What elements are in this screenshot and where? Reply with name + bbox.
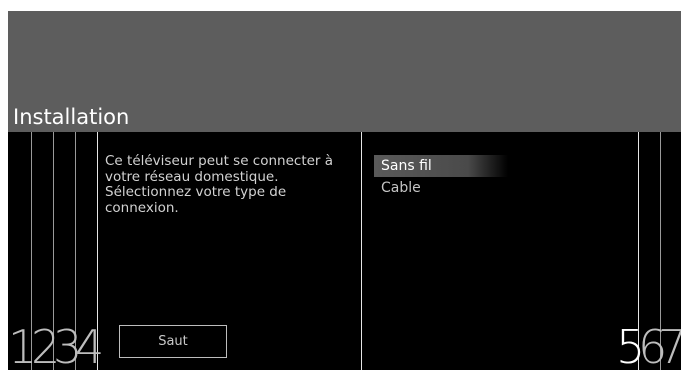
option-wireless[interactable]: Sans fil: [374, 155, 508, 177]
step-number-1: 1: [8, 320, 37, 370]
step-number-3: 3: [53, 320, 82, 370]
step-number-5-current: 5: [616, 320, 645, 370]
step-number-7: 7: [658, 320, 681, 370]
instruction-text: Ce téléviseur peut se connecter à votre …: [105, 153, 334, 216]
page-title: Installation: [13, 105, 130, 129]
step-number-2: 2: [31, 320, 60, 370]
panel-divider: [361, 132, 362, 370]
connection-type-list: Sans fil Cable: [374, 155, 508, 199]
header-bar: Installation: [8, 11, 681, 132]
tv-screen: Installation 1 2 3 4 5 6 7 Ce téléviseur…: [8, 11, 681, 370]
step-number-4: 4: [75, 320, 104, 370]
option-cable[interactable]: Cable: [374, 177, 508, 199]
skip-button[interactable]: Saut: [119, 325, 227, 358]
